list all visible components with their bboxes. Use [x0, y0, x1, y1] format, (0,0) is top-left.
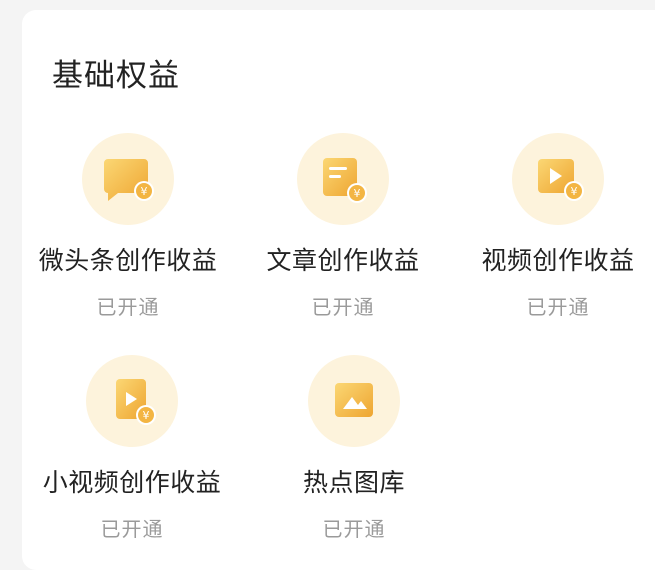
icon-circle: ¥	[512, 133, 604, 225]
section-title: 基础权益	[52, 58, 180, 94]
video-yuan-icon: ¥	[538, 159, 584, 201]
svg-text:¥: ¥	[143, 409, 150, 422]
benefit-item-video[interactable]: ¥ 视频创作收益 已开通	[458, 133, 655, 320]
benefit-status: 已开通	[526, 295, 590, 319]
benefit-status: 已开通	[311, 295, 375, 319]
benefit-status: 已开通	[322, 517, 386, 541]
benefit-label: 文章创作收益	[266, 246, 420, 275]
short-video-yuan-icon: ¥	[116, 379, 156, 425]
micro-post-yuan-icon: ¥	[104, 159, 154, 201]
article-yuan-icon: ¥	[323, 158, 367, 203]
icon-circle: ¥	[82, 133, 174, 225]
icon-circle	[308, 355, 400, 447]
icon-circle: ¥	[297, 133, 389, 225]
benefit-status: 已开通	[96, 295, 160, 319]
benefit-status: 已开通	[100, 517, 164, 541]
benefit-item-short-video[interactable]: ¥ 小视频创作收益 已开通	[32, 355, 232, 542]
benefit-item-image-gallery[interactable]: 热点图库 已开通	[254, 355, 454, 542]
benefit-item-micro-post[interactable]: ¥ 微头条创作收益 已开通	[28, 133, 228, 320]
benefit-label: 热点图库	[302, 468, 405, 497]
benefit-label: 小视频创作收益	[42, 468, 222, 497]
svg-text:¥: ¥	[354, 187, 361, 200]
icon-circle: ¥	[86, 355, 178, 447]
benefit-item-article[interactable]: ¥ 文章创作收益 已开通	[243, 133, 443, 320]
svg-text:¥: ¥	[571, 185, 578, 198]
benefit-label: 微头条创作收益	[38, 246, 218, 275]
benefit-label: 视频创作收益	[481, 246, 635, 275]
svg-text:¥: ¥	[141, 185, 148, 198]
image-gallery-icon	[335, 383, 373, 417]
